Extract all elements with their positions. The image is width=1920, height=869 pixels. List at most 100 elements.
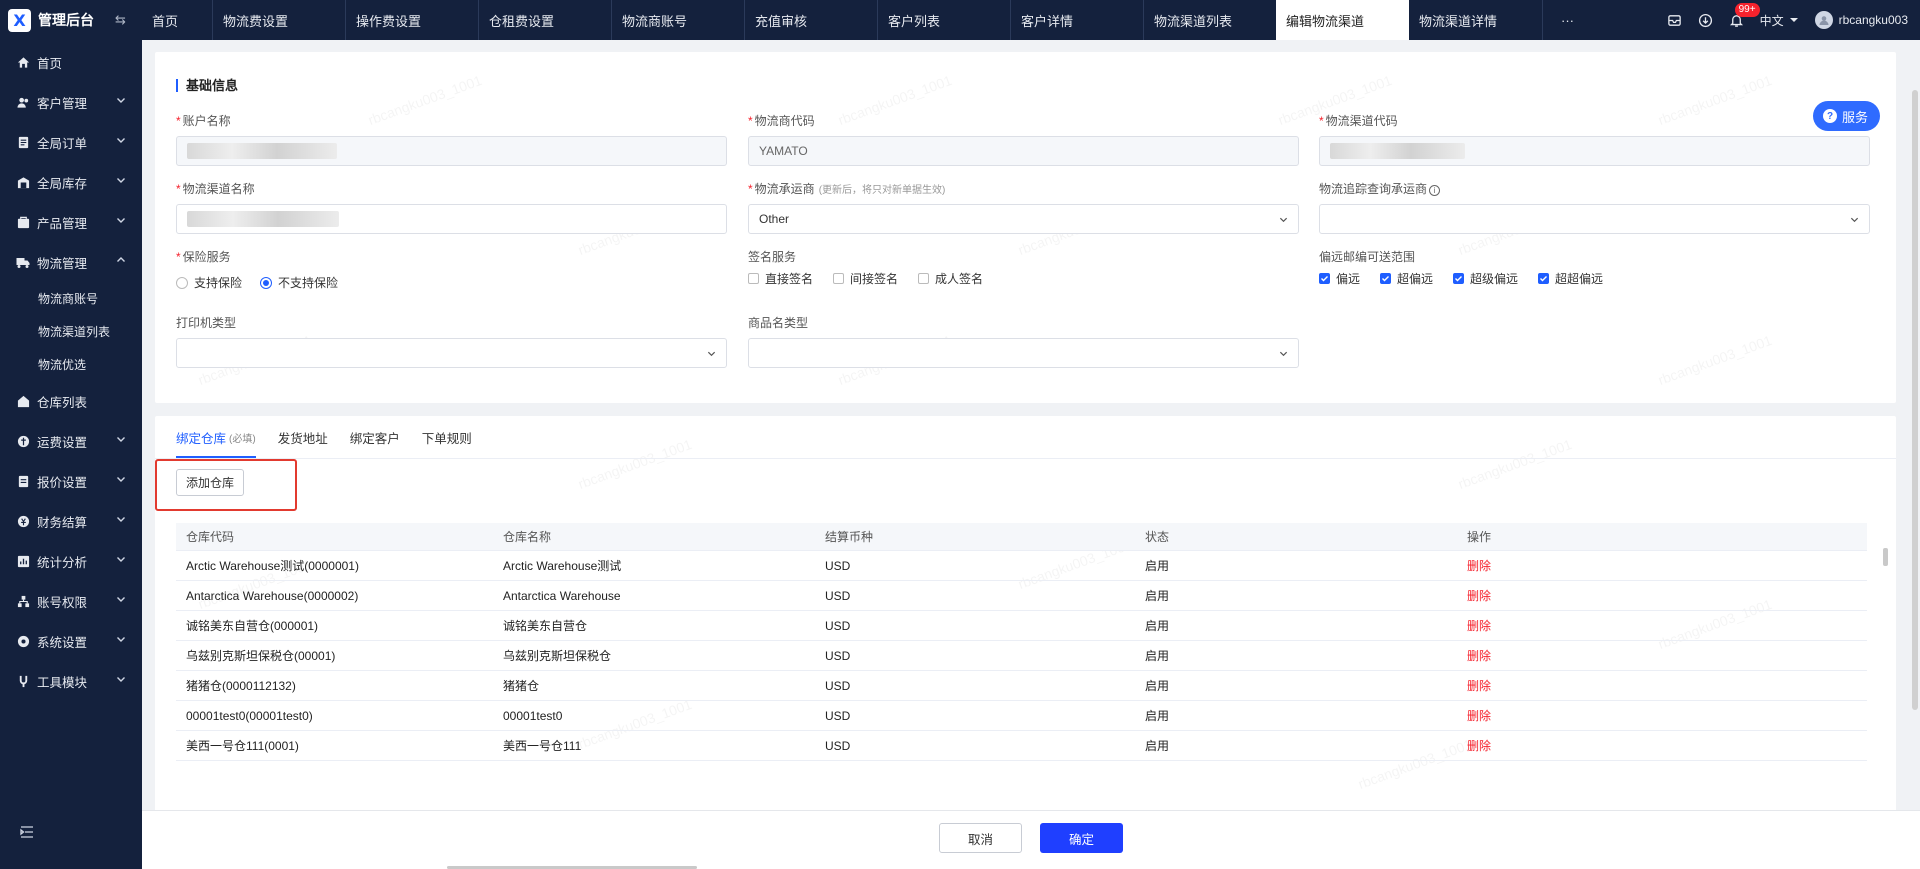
chevron-down-icon: [117, 178, 125, 183]
goods-name-type-select[interactable]: [748, 338, 1299, 368]
sidebar-subitem-channel-list[interactable]: 物流渠道列表: [0, 315, 142, 348]
sidebar-item-permissions[interactable]: 账号权限: [0, 581, 142, 621]
sidebar-item-system-settings[interactable]: 系统设置: [0, 621, 142, 661]
sidebar-item-label: 系统设置: [37, 635, 88, 650]
tab-recharge-review[interactable]: 充值审核: [744, 0, 877, 40]
signature-checkbox-adult[interactable]: 成人签名: [918, 270, 983, 287]
remote-checkbox-extra-remote[interactable]: 超偏远: [1380, 270, 1433, 287]
scrollbar-thumb[interactable]: [1912, 90, 1918, 710]
sidebar-item-finance[interactable]: 财务结算: [0, 501, 142, 541]
sidebar-item-warehouses[interactable]: 仓库列表: [0, 381, 142, 421]
insurance-label: 保险服务: [182, 250, 231, 264]
sidebar-item-products[interactable]: 产品管理: [0, 202, 142, 242]
checkbox-checked-icon: [1453, 273, 1465, 284]
table-scrollbar[interactable]: [1883, 524, 1888, 814]
delete-link[interactable]: 删除: [1467, 589, 1491, 603]
sidebar-item-label: 产品管理: [37, 216, 88, 231]
signature-checkbox-indirect[interactable]: 间接签名: [833, 270, 898, 287]
sidebar-item-freight[interactable]: 运费设置: [0, 421, 142, 461]
scrollbar-thumb[interactable]: [1883, 548, 1888, 566]
insurance-radio-not-support[interactable]: 不支持保险: [260, 274, 338, 291]
tab-storage-fee[interactable]: 仓租费设置: [478, 0, 611, 40]
account-name-input[interactable]: [176, 136, 727, 166]
sidebar-subitem-logistics-optimal[interactable]: 物流优选: [0, 348, 142, 381]
tab-channel-list[interactable]: 物流渠道列表: [1143, 0, 1276, 40]
tab-bind-warehouse[interactable]: 绑定仓库 (必填): [176, 416, 256, 458]
add-warehouse-button[interactable]: 添加仓库: [176, 469, 245, 496]
user-menu[interactable]: rbcangku003: [1814, 11, 1908, 29]
tabs-more-button[interactable]: ···: [1542, 0, 1592, 40]
product-icon: [16, 215, 30, 229]
delete-link[interactable]: 删除: [1467, 679, 1491, 693]
remote-checkbox-super-remote[interactable]: 超级偏远: [1453, 270, 1518, 287]
sidebar-subitem-carrier-account[interactable]: 物流商账号: [0, 282, 142, 315]
chevron-up-icon: [117, 257, 125, 262]
chevron-down-icon: [117, 138, 125, 143]
tab-carrier-account[interactable]: 物流商账号: [611, 0, 744, 40]
tab-operation-fee[interactable]: 操作费设置: [345, 0, 478, 40]
delete-link[interactable]: 删除: [1467, 739, 1491, 753]
carrier-code-value: YAMATO: [759, 144, 808, 158]
table-row: 诚铭美东自营仓(000001) 诚铭美东自营仓 USD 启用 删除: [176, 611, 1867, 641]
masked-value: [187, 143, 337, 159]
signature-checkbox-direct[interactable]: 直接签名: [748, 270, 813, 287]
brand[interactable]: X 管理后台 ⇆: [0, 0, 142, 40]
page-scrollbar[interactable]: [1912, 90, 1918, 710]
tracking-carrier-select[interactable]: [1319, 204, 1870, 234]
chevron-down-icon: [1850, 217, 1859, 223]
users-icon: [16, 95, 30, 109]
sidebar-item-inventory[interactable]: 全局库存: [0, 162, 142, 202]
avatar: [1814, 11, 1833, 29]
orders-icon: [16, 135, 30, 149]
inbox-icon[interactable]: [1667, 13, 1682, 28]
tab-home[interactable]: 首页: [142, 0, 212, 40]
notification-bell-icon[interactable]: 99+: [1729, 2, 1760, 28]
tab-bind-customer[interactable]: 绑定客户: [350, 416, 400, 458]
channel-name-label: 物流渠道名称: [182, 182, 255, 196]
sidebar-item-label: 统计分析: [37, 555, 88, 570]
delete-link[interactable]: 删除: [1467, 619, 1491, 633]
insurance-field: * 保险服务 支持保险 不支持保险: [176, 250, 339, 291]
delete-link[interactable]: 删除: [1467, 709, 1491, 723]
carrier-code-field: * 物流商代码 YAMATO: [748, 112, 1299, 166]
info-icon[interactable]: i: [1429, 185, 1441, 196]
printer-type-select[interactable]: [176, 338, 727, 368]
language-select[interactable]: 中文: [1760, 12, 1799, 29]
channel-name-input[interactable]: [176, 204, 727, 234]
sidebar-item-logistics[interactable]: 物流管理: [0, 242, 142, 282]
table-row: 乌兹别克斯坦保税仓(00001) 乌兹别克斯坦保税仓 USD 启用 删除: [176, 641, 1867, 671]
tab-edit-channel[interactable]: 编辑物流渠道: [1276, 0, 1409, 40]
tab-customer-list[interactable]: 客户列表: [877, 0, 1010, 40]
swap-icon[interactable]: ⇆: [115, 12, 126, 28]
sidebar-item-label: 客户管理: [37, 96, 88, 111]
carrier-select[interactable]: Other: [748, 204, 1299, 234]
table-header: 仓库代码 仓库名称 结算币种 状态 操作: [176, 523, 1867, 551]
sidebar-item-customers[interactable]: 客户管理: [0, 82, 142, 122]
tab-ship-address[interactable]: 发货地址: [278, 416, 328, 458]
tab-channel-detail[interactable]: 物流渠道详情: [1409, 0, 1542, 40]
sidebar-item-quotes[interactable]: 报价设置: [0, 461, 142, 501]
channel-code-input[interactable]: [1319, 136, 1870, 166]
sidebar-item-statistics[interactable]: 统计分析: [0, 541, 142, 581]
delete-link[interactable]: 删除: [1467, 649, 1491, 663]
sidebar-item-home[interactable]: 首页: [0, 42, 142, 82]
delete-link[interactable]: 删除: [1467, 559, 1491, 573]
tab-order-rules[interactable]: 下单规则: [422, 416, 472, 458]
remote-checkbox-ultra-remote[interactable]: 超超偏远: [1538, 270, 1603, 287]
download-icon[interactable]: [1698, 13, 1713, 28]
sidebar-item-tools[interactable]: 工具模块: [0, 661, 142, 701]
checkbox-icon: [748, 273, 759, 284]
carrier-code-input[interactable]: YAMATO: [748, 136, 1299, 166]
binding-tabs: 绑定仓库 (必填) 发货地址 绑定客户 下单规则: [176, 416, 472, 458]
tab-customer-detail[interactable]: 客户详情: [1010, 0, 1143, 40]
confirm-button[interactable]: 确定: [1040, 823, 1123, 853]
sidebar-item-orders[interactable]: 全局订单: [0, 122, 142, 162]
menu-fold-icon[interactable]: [20, 825, 34, 841]
chevron-down-icon: [1279, 351, 1288, 357]
remote-checkbox-remote[interactable]: 偏远: [1319, 270, 1360, 287]
tab-logistics-fee[interactable]: 物流费设置: [212, 0, 345, 40]
cancel-button[interactable]: 取消: [939, 823, 1022, 853]
warehouse-icon: [16, 394, 30, 408]
tools-icon: [16, 674, 30, 688]
insurance-radio-support[interactable]: 支持保险: [176, 274, 242, 291]
